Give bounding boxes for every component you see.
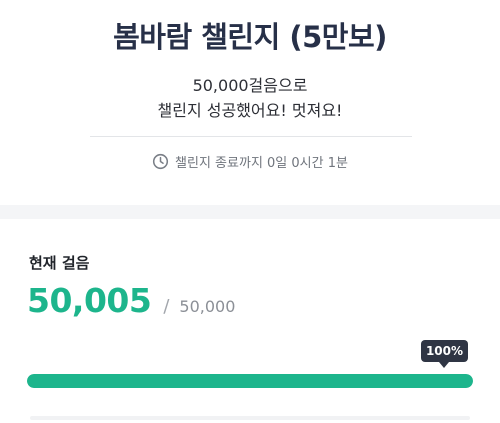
divider <box>90 136 412 137</box>
challenge-page: 봄바람 챌린지 (5만보) 50,000걸음으로 챌린지 성공했어요! 멋져요!… <box>0 0 500 423</box>
progress-bar-fill <box>27 374 473 388</box>
steps-summary: 50,005 / 50,000 <box>27 281 235 320</box>
time-remaining: 챌린지 종료까지 0일 0시간 1분 <box>0 152 500 171</box>
section-separator <box>0 205 500 219</box>
challenge-header: 봄바람 챌린지 (5만보) 50,000걸음으로 챌린지 성공했어요! 멋져요!… <box>0 0 500 205</box>
current-steps-label: 현재 걸음 <box>29 254 90 272</box>
clock-icon <box>152 153 169 170</box>
success-message-line1: 50,000걸음으로 <box>192 76 308 95</box>
success-message-line2: 챌린지 성공했어요! 멋져요! <box>157 101 343 120</box>
card-bottom-divider <box>30 416 470 420</box>
current-steps-value: 50,005 <box>27 281 152 320</box>
percent-badge-pointer <box>439 362 449 368</box>
progress-bar <box>27 374 473 388</box>
percent-badge: 100% <box>421 340 468 362</box>
steps-separator: / <box>163 296 170 317</box>
step-progress-card: 현재 걸음 50,005 / 50,000 100% <box>0 219 500 423</box>
challenge-title: 봄바람 챌린지 (5만보) <box>113 20 387 54</box>
time-remaining-text: 챌린지 종료까지 0일 0시간 1분 <box>175 156 348 171</box>
goal-steps-value: 50,000 <box>179 297 236 316</box>
